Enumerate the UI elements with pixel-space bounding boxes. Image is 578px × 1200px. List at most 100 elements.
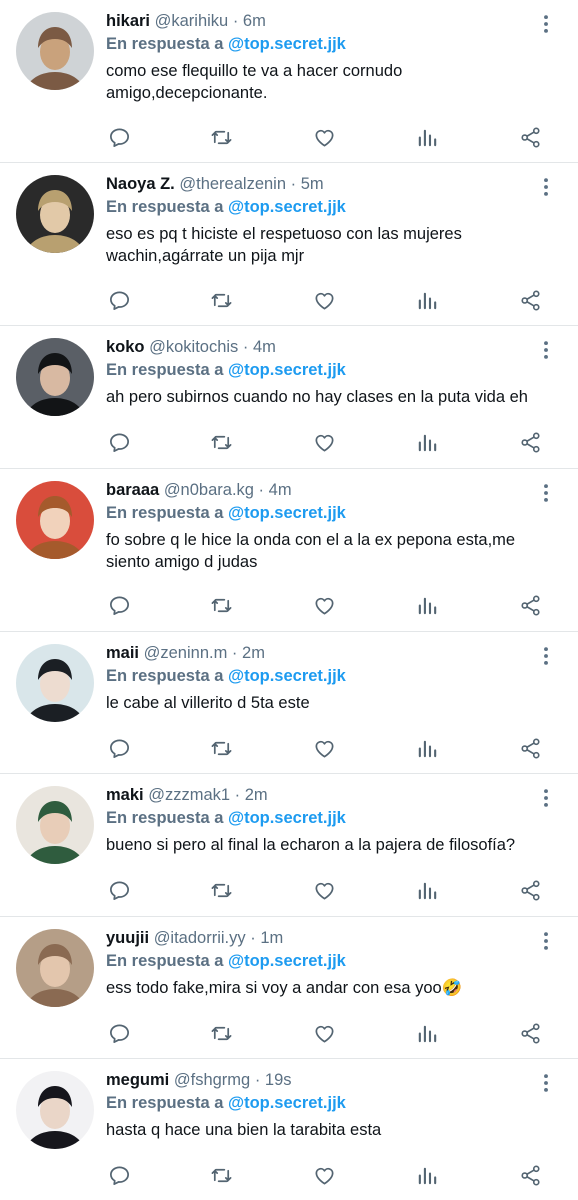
user-handle[interactable]: @therealzenin: [179, 175, 286, 193]
like-icon[interactable]: [311, 593, 337, 619]
avatar[interactable]: [16, 643, 94, 722]
display-name[interactable]: megumi: [106, 1071, 169, 1089]
avatar[interactable]: [16, 12, 94, 90]
user-handle[interactable]: @itadorrii.yy: [154, 929, 246, 947]
stats-icon[interactable]: [414, 1020, 440, 1046]
more-vertical-icon[interactable]: [534, 644, 558, 668]
reply-target-link[interactable]: @top.secret.jjk: [228, 198, 346, 216]
reply-tweet[interactable]: baraaa @n0bara.kg · 4m En respuesta a @to…: [0, 469, 578, 632]
user-handle[interactable]: @fshgrmg: [174, 1071, 250, 1089]
retweet-icon[interactable]: [208, 287, 234, 313]
reply-icon[interactable]: [106, 878, 132, 904]
more-vertical-icon[interactable]: [534, 929, 558, 953]
like-icon[interactable]: [311, 430, 337, 456]
like-icon[interactable]: [311, 1020, 337, 1046]
avatar[interactable]: [16, 175, 94, 253]
share-icon[interactable]: [517, 430, 543, 456]
reply-target-link[interactable]: @top.secret.jjk: [228, 361, 346, 379]
avatar[interactable]: [16, 480, 94, 559]
user-handle[interactable]: @kokitochis: [149, 338, 238, 356]
reply-tweet[interactable]: hikari @karihiku · 6m En respuesta a @top…: [0, 0, 578, 163]
stats-icon[interactable]: [414, 1163, 440, 1189]
user-handle[interactable]: @zeninn.m: [144, 644, 228, 662]
reply-context: En respuesta a @top.secret.jjk: [106, 807, 530, 829]
reply-target-link[interactable]: @top.secret.jjk: [228, 35, 346, 53]
like-icon[interactable]: [311, 735, 337, 761]
stats-icon[interactable]: [414, 430, 440, 456]
retweet-icon[interactable]: [208, 593, 234, 619]
tweet-text: ess todo fake,mira si voy a andar con es…: [106, 978, 463, 997]
reply-icon[interactable]: [106, 430, 132, 456]
reply-icon[interactable]: [106, 124, 132, 150]
display-name[interactable]: maki: [106, 786, 144, 804]
reply-icon[interactable]: [106, 593, 132, 619]
reply-icon[interactable]: [106, 1163, 132, 1189]
display-name[interactable]: yuujii: [106, 929, 149, 947]
reply-tweet[interactable]: maki @zzzmak1 · 2m En respuesta a @top.se…: [0, 774, 578, 917]
reply-target-link[interactable]: @top.secret.jjk: [228, 952, 346, 970]
avatar[interactable]: [16, 928, 94, 1007]
timestamp[interactable]: 1m: [260, 929, 283, 947]
share-icon[interactable]: [517, 287, 543, 313]
more-vertical-icon[interactable]: [534, 12, 558, 36]
retweet-icon[interactable]: [208, 1163, 234, 1189]
timestamp[interactable]: 19s: [265, 1071, 292, 1089]
reply-icon[interactable]: [106, 1020, 132, 1046]
retweet-icon[interactable]: [208, 124, 234, 150]
display-name[interactable]: koko: [106, 338, 145, 356]
timestamp[interactable]: 6m: [243, 12, 266, 30]
reply-tweet[interactable]: Naoya Z. @therealzenin · 5m En respuesta …: [0, 163, 578, 326]
avatar[interactable]: [16, 1071, 94, 1149]
more-vertical-icon[interactable]: [534, 338, 558, 362]
retweet-icon[interactable]: [208, 878, 234, 904]
reply-target-link[interactable]: @top.secret.jjk: [228, 809, 346, 827]
stats-icon[interactable]: [414, 735, 440, 761]
stats-icon[interactable]: [414, 287, 440, 313]
like-icon[interactable]: [311, 878, 337, 904]
share-icon[interactable]: [517, 1163, 543, 1189]
reply-tweet[interactable]: yuujii @itadorrii.yy · 1m En respuesta a …: [0, 917, 578, 1059]
reply-tweet[interactable]: maii @zeninn.m · 2m En respuesta a @top.s…: [0, 632, 578, 774]
retweet-icon[interactable]: [208, 430, 234, 456]
retweet-icon[interactable]: [208, 1020, 234, 1046]
reply-target-link[interactable]: @top.secret.jjk: [228, 667, 346, 685]
avatar[interactable]: [16, 786, 94, 864]
retweet-icon[interactable]: [208, 735, 234, 761]
timestamp[interactable]: 5m: [301, 175, 324, 193]
share-icon[interactable]: [517, 878, 543, 904]
like-icon[interactable]: [311, 124, 337, 150]
reply-tweet[interactable]: megumi @fshgrmg · 19s En respuesta a @top…: [0, 1059, 578, 1200]
more-vertical-icon[interactable]: [534, 481, 558, 505]
stats-icon[interactable]: [414, 593, 440, 619]
share-icon[interactable]: [517, 593, 543, 619]
display-name[interactable]: maii: [106, 644, 139, 662]
reply-tweet[interactable]: koko @kokitochis · 4m En respuesta a @top…: [0, 326, 578, 469]
share-icon[interactable]: [517, 735, 543, 761]
display-name[interactable]: baraaa: [106, 481, 159, 499]
action-bar: [106, 593, 542, 619]
reply-icon[interactable]: [106, 287, 132, 313]
more-vertical-icon[interactable]: [534, 175, 558, 199]
timestamp[interactable]: 4m: [269, 481, 292, 499]
share-icon[interactable]: [517, 124, 543, 150]
display-name[interactable]: hikari: [106, 12, 150, 30]
user-handle[interactable]: @karihiku: [155, 12, 229, 30]
reply-target-link[interactable]: @top.secret.jjk: [228, 1094, 346, 1112]
user-handle[interactable]: @zzzmak1: [148, 786, 230, 804]
timestamp[interactable]: 2m: [245, 786, 268, 804]
like-icon[interactable]: [311, 1163, 337, 1189]
like-icon[interactable]: [311, 287, 337, 313]
stats-icon[interactable]: [414, 878, 440, 904]
avatar[interactable]: [16, 338, 94, 416]
more-vertical-icon[interactable]: [534, 786, 558, 810]
share-icon[interactable]: [517, 1020, 543, 1046]
timestamp[interactable]: 4m: [253, 338, 276, 356]
reply-prefix: En respuesta a: [106, 809, 224, 827]
stats-icon[interactable]: [414, 124, 440, 150]
more-vertical-icon[interactable]: [534, 1071, 558, 1095]
reply-icon[interactable]: [106, 735, 132, 761]
timestamp[interactable]: 2m: [242, 644, 265, 662]
user-handle[interactable]: @n0bara.kg: [164, 481, 254, 499]
display-name[interactable]: Naoya Z.: [106, 175, 175, 193]
reply-target-link[interactable]: @top.secret.jjk: [228, 504, 346, 522]
